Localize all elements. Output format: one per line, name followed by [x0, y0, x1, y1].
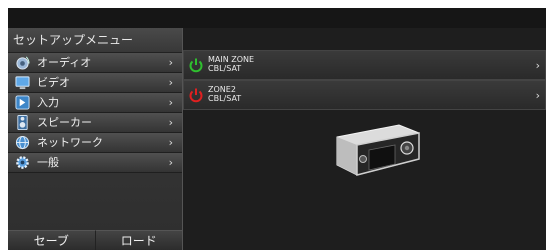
menu-item-speaker[interactable]: スピーカー › — [8, 113, 182, 133]
zone-panel: MAIN ZONE CBL/SAT › ZONE2 CBL/SAT › — [183, 28, 546, 250]
chevron-right-icon: › — [168, 116, 173, 129]
speaker-icon — [17, 115, 28, 130]
menu-item-label: 一般 — [37, 156, 59, 169]
zone-source: CBL/SAT — [208, 64, 242, 73]
top-bar — [8, 8, 546, 28]
zone-source: CBL/SAT — [208, 94, 242, 103]
chevron-right-icon: › — [168, 156, 173, 169]
chevron-right-icon: › — [168, 136, 173, 149]
monitor-icon — [15, 76, 30, 90]
power-icon — [189, 88, 203, 103]
bottom-buttons: セーブ ロード — [8, 230, 182, 250]
menu-item-input[interactable]: 入力 › — [8, 93, 182, 113]
menu-item-label: ネットワーク — [37, 136, 103, 149]
load-button[interactable]: ロード — [94, 230, 182, 250]
chevron-right-icon: › — [168, 56, 173, 69]
menu-item-label: スピーカー — [37, 116, 92, 129]
globe-icon — [15, 135, 30, 150]
power-icon — [189, 58, 203, 73]
setup-screen: セットアップメニュー オーディオ › ビデオ › 入力 › スピーカー › ネッ… — [8, 8, 546, 250]
chevron-right-icon: › — [535, 59, 540, 72]
menu-item-label: 入力 — [37, 96, 59, 109]
menu-item-network[interactable]: ネットワーク › — [8, 133, 182, 153]
chevron-right-icon: › — [168, 96, 173, 109]
input-icon — [15, 95, 30, 110]
chevron-right-icon: › — [535, 89, 540, 102]
menu-item-label: ビデオ — [37, 76, 70, 89]
gear-icon — [16, 156, 29, 169]
zone-name: ZONE2 — [208, 85, 236, 94]
menu-item-audio[interactable]: オーディオ › — [8, 53, 182, 73]
av-receiver-icon — [336, 124, 420, 176]
menu-item-label: オーディオ — [37, 56, 92, 69]
zone-row-main[interactable]: MAIN ZONE CBL/SAT › — [183, 50, 546, 80]
chevron-right-icon: › — [168, 76, 173, 89]
setup-sidebar: セットアップメニュー オーディオ › ビデオ › 入力 › スピーカー › ネッ… — [8, 28, 183, 250]
save-button[interactable]: セーブ — [8, 230, 95, 250]
sidebar-title: セットアップメニュー — [8, 28, 182, 53]
menu-item-general[interactable]: 一般 › — [8, 153, 182, 173]
zone-name: MAIN ZONE — [208, 55, 255, 64]
menu-item-video[interactable]: ビデオ › — [8, 73, 182, 93]
speaker-sound-icon — [16, 56, 30, 70]
zone-row-zone2[interactable]: ZONE2 CBL/SAT › — [183, 80, 546, 110]
